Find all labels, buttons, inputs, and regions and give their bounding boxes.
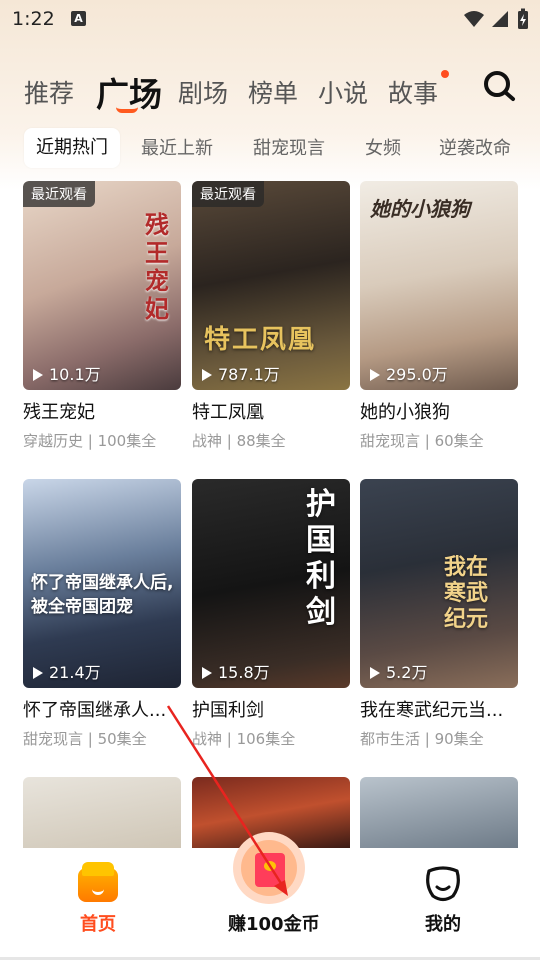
- red-envelope-icon: [255, 853, 285, 887]
- drama-poster[interactable]: 特工凤凰 最近观看 787.1万: [192, 181, 350, 390]
- play-icon: [202, 369, 212, 381]
- play-count-value: 295.0万: [386, 365, 448, 384]
- play-count: 787.1万: [202, 361, 280, 385]
- battery-icon: [518, 8, 528, 29]
- drama-meta: 战神 | 106集全: [192, 730, 296, 748]
- play-count-value: 787.1万: [218, 365, 280, 384]
- drama-title[interactable]: 残王宠妃: [23, 398, 181, 424]
- drama-meta: 甜宠现言 | 60集全: [360, 432, 484, 450]
- tab-theater[interactable]: 剧场: [178, 74, 228, 110]
- play-count: 5.2万: [370, 659, 427, 683]
- drama-card[interactable]: 残王宠妃 最近观看 10.1万 残王宠妃 穿越历史 | 100集全: [23, 181, 181, 451]
- nav-me-label[interactable]: 我的: [425, 910, 461, 936]
- drama-poster[interactable]: 怀了帝国继承人后, 被全帝国团宠 21.4万: [23, 479, 181, 688]
- drama-card[interactable]: 护国利剑 15.8万 护国利剑 战神 | 106集全: [192, 479, 350, 749]
- drama-poster[interactable]: 残王宠妃 最近观看 10.1万: [23, 181, 181, 390]
- play-count: 15.8万: [202, 659, 270, 683]
- play-count-value: 21.4万: [49, 663, 101, 682]
- status-time: 1:22: [12, 8, 55, 30]
- drama-card[interactable]: 怀了帝国继承人后, 被全帝国团宠 21.4万 怀了帝国继承人... 甜宠现言 |…: [23, 479, 181, 749]
- tab-novel[interactable]: 小说: [318, 74, 368, 110]
- chip-female[interactable]: 女频: [365, 134, 401, 160]
- notification-icon: A: [71, 11, 86, 26]
- poster-title-art: 我在寒武纪元: [444, 555, 489, 632]
- profile-face-icon[interactable]: [423, 863, 463, 903]
- chip-new[interactable]: 最近上新: [141, 134, 213, 160]
- play-count-value: 10.1万: [49, 365, 101, 384]
- drama-card[interactable]: 她的小狼狗 295.0万 她的小狼狗 甜宠现言 | 60集全: [360, 181, 518, 451]
- drama-poster[interactable]: 护国利剑 15.8万: [192, 479, 350, 688]
- nav-earn-label[interactable]: 赚100金币: [228, 910, 320, 936]
- drama-poster[interactable]: 她的小狼狗 295.0万: [360, 181, 518, 390]
- poster-title-art: 怀了帝国继承人后, 被全帝国团宠: [31, 573, 174, 617]
- drama-poster[interactable]: 我在寒武纪元 5.2万: [360, 479, 518, 688]
- recently-watched-badge: 最近观看: [23, 181, 95, 207]
- drama-card[interactable]: 特工凤凰 最近观看 787.1万 特工凤凰 战神 | 88集全: [192, 181, 350, 451]
- play-count: 21.4万: [33, 659, 101, 683]
- play-count-value: 15.8万: [218, 663, 270, 682]
- play-icon: [33, 667, 43, 679]
- tab-ranking[interactable]: 榜单: [248, 74, 298, 110]
- active-tab-indicator: [116, 107, 138, 113]
- poster-title-art: 特工凤凰: [204, 325, 317, 355]
- recently-watched-badge: 最近观看: [192, 181, 264, 207]
- drama-card[interactable]: 我在寒武纪元 5.2万 我在寒武纪元当... 都市生活 | 90集全: [360, 479, 518, 749]
- drama-meta: 甜宠现言 | 50集全: [23, 730, 147, 748]
- chip-hot[interactable]: 近期热门: [24, 128, 120, 168]
- drama-meta: 战神 | 88集全: [192, 432, 286, 450]
- drama-title[interactable]: 她的小狼狗: [360, 398, 518, 424]
- play-icon: [33, 369, 43, 381]
- story-new-dot: [441, 70, 449, 78]
- search-icon[interactable]: [481, 68, 517, 104]
- drama-meta: 都市生活 | 90集全: [360, 730, 484, 748]
- play-count: 295.0万: [370, 361, 448, 385]
- poster-title-art: 她的小狼狗: [370, 197, 470, 221]
- poster-title-art: 残王宠妃: [145, 211, 169, 323]
- chip-comeback[interactable]: 逆袭改命: [439, 134, 511, 160]
- signal-icon: [492, 11, 508, 27]
- drama-poster[interactable]: [360, 777, 518, 848]
- play-icon: [370, 369, 380, 381]
- play-icon: [202, 667, 212, 679]
- tab-story[interactable]: 故事: [388, 74, 438, 110]
- drama-title[interactable]: 特工凤凰: [192, 398, 350, 424]
- tab-recommend[interactable]: 推荐: [24, 74, 74, 110]
- wifi-icon: [464, 11, 484, 27]
- play-icon: [370, 667, 380, 679]
- nav-home-label[interactable]: 首页: [80, 910, 116, 936]
- drama-title[interactable]: 怀了帝国继承人...: [23, 696, 181, 722]
- drama-meta: 穿越历史 | 100集全: [23, 432, 157, 450]
- play-count: 10.1万: [33, 361, 101, 385]
- home-icon[interactable]: [78, 862, 118, 902]
- drama-title[interactable]: 我在寒武纪元当...: [360, 696, 518, 722]
- status-bar: 1:22 A: [0, 0, 540, 38]
- drama-title[interactable]: 护国利剑: [192, 696, 350, 722]
- category-chips: 近期热门 最近上新 甜宠现言 女频 逆袭改命: [0, 126, 540, 170]
- play-count-value: 5.2万: [386, 663, 428, 682]
- chip-sweet[interactable]: 甜宠现言: [253, 134, 325, 160]
- drama-poster[interactable]: [23, 777, 181, 848]
- top-tabs: 推荐 广场 剧场 榜单 小说 故事: [0, 60, 540, 120]
- poster-title-art: 护国利剑: [306, 487, 336, 630]
